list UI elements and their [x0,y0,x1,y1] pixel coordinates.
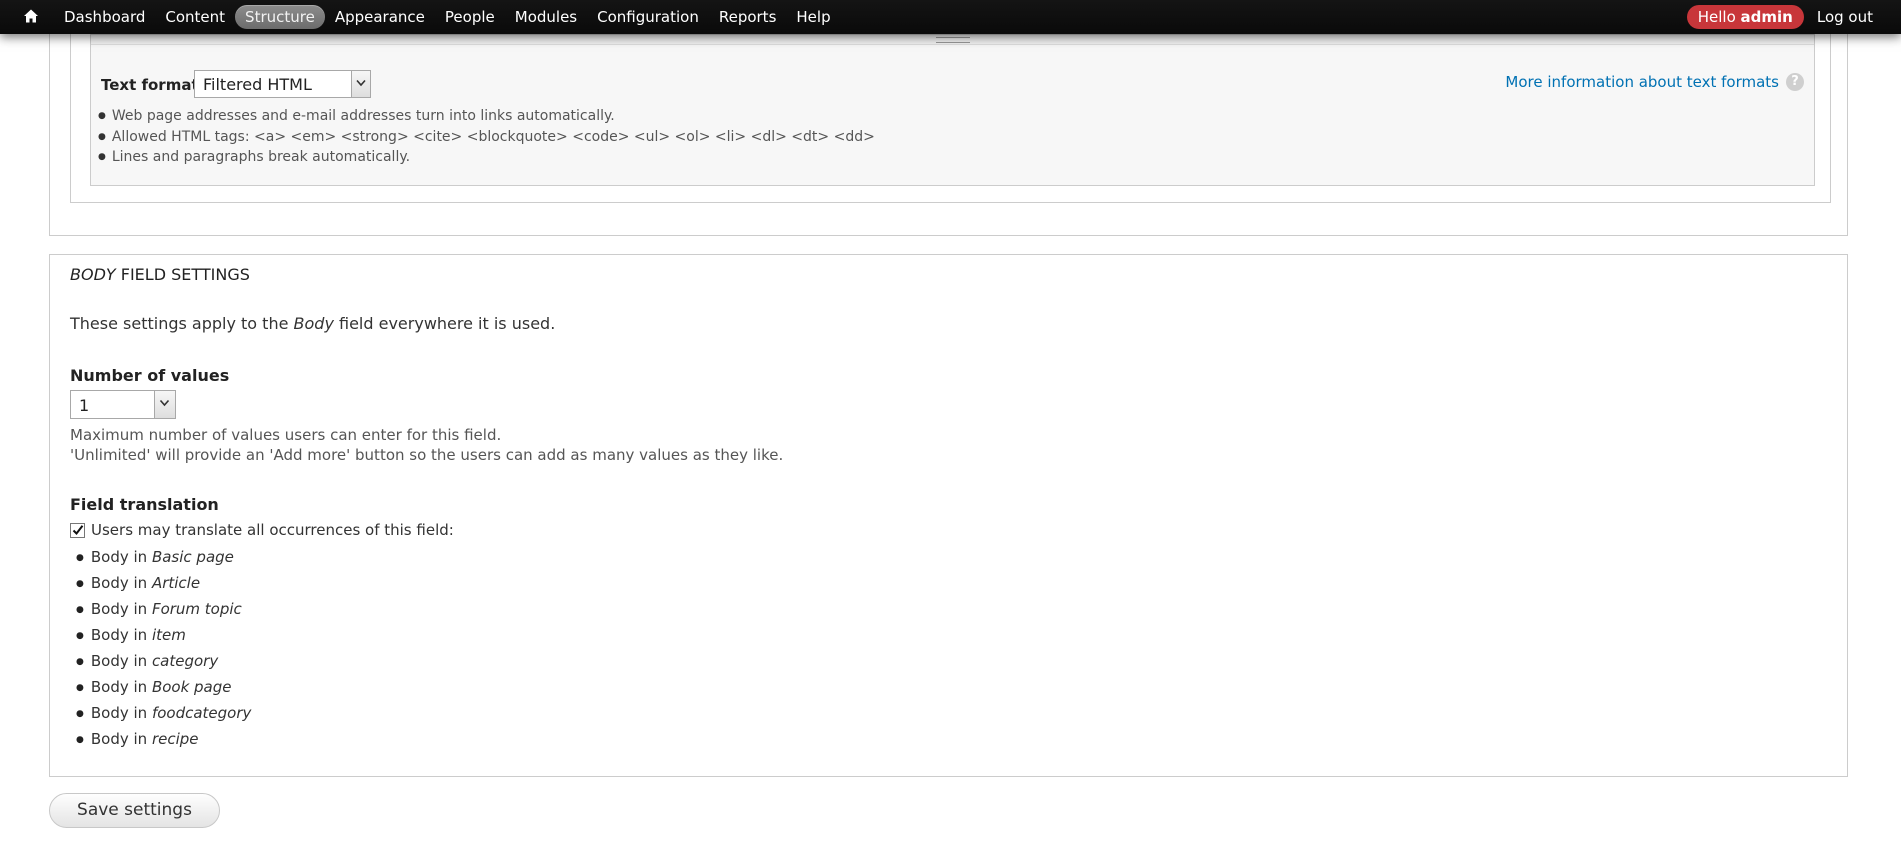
bundle-occurrence-list: Body in Basic page Body in Article Body … [76,545,252,753]
body-field-settings-fieldset: Body field settings These settings apply… [49,254,1848,777]
bundle-name: recipe [151,730,199,748]
bundle-prefix: Body in [90,548,152,566]
bundle-name: Forum topic [151,600,242,618]
bundle-name: foodcategory [151,704,252,722]
number-of-values-select[interactable]: 1 [70,390,176,419]
text-format-selected-value: Filtered HTML [203,75,312,94]
field-translation-label: Field translation [70,495,219,514]
bundle-prefix: Body in [90,600,152,618]
nav-item-modules[interactable]: Modules [505,5,587,29]
bundle-prefix: Body in [90,652,152,670]
filter-tip: Allowed HTML tags: <a> <em> <strong> <ci… [98,127,875,148]
nav-item-people[interactable]: People [435,5,505,29]
filter-tip: Lines and paragraphs break automatically… [98,147,875,168]
bundle-prefix: Body in [90,626,152,644]
hello-prefix: Hello [1697,8,1736,26]
list-item: Body in Basic page [76,545,251,571]
chevron-down-icon[interactable] [154,391,175,418]
description-line: Maximum number of values users can enter… [70,426,502,444]
filter-tip: Web page addresses and e-mail addresses … [98,106,875,127]
check-icon [72,524,84,535]
nav-item-dashboard[interactable]: Dashboard [54,5,155,29]
list-item: Body in foodcategory [76,701,252,727]
nav-item-structure[interactable]: Structure [235,5,325,29]
text-format-wrapper: Text format Filtered HTML More informati… [90,34,1815,186]
description-line: 'Unlimited' will provide an 'Add more' b… [70,446,784,464]
legend-suffix: field settings [115,265,250,284]
bundle-prefix: Body in [90,678,152,696]
desc-after: field everywhere it is used. [333,314,556,333]
username: admin [1740,8,1793,26]
nav-item-appearance[interactable]: Appearance [325,5,435,29]
text-format-label: Text format [101,76,199,94]
list-item: Body in Book page [76,675,251,701]
number-of-values-label: Number of values [70,366,230,385]
textarea-grippie[interactable] [91,35,1814,45]
nav-item-reports[interactable]: Reports [709,5,787,29]
desc-before: These settings apply to the [70,314,294,333]
user-area: Hello admin Log out [1686,0,1873,34]
hello-user-badge[interactable]: Hello admin [1686,5,1804,29]
bundle-prefix: Body in [90,574,152,592]
desc-field-name: Body [293,314,334,333]
list-item: Body in item [76,623,251,649]
list-item: Body in Article [76,571,251,597]
list-item: Body in Forum topic [76,597,251,623]
save-settings-button[interactable]: Save settings [49,793,220,828]
chevron-down-icon[interactable] [351,71,370,97]
bundle-name: Basic page [151,548,234,566]
help-icon[interactable]: ? [1786,73,1804,91]
legend-field-name: Body [70,265,116,284]
number-of-values-selected: 1 [79,396,90,415]
bundle-prefix: Body in [90,704,152,722]
number-of-values-description: Maximum number of values users can enter… [70,425,783,465]
bundle-prefix: Body in [90,730,152,748]
bundle-name: Book page [151,678,232,696]
nav-item-configuration[interactable]: Configuration [587,5,709,29]
resize-handle-icon[interactable] [936,37,970,43]
logout-link[interactable]: Log out [1817,8,1873,26]
more-info-text-formats-link[interactable]: More information about text formats [1505,73,1779,91]
translate-checkbox[interactable] [70,522,85,538]
translate-checkbox-row: Users may translate all occurrences of t… [70,521,454,539]
home-icon[interactable] [23,8,39,24]
nav-item-help[interactable]: Help [786,5,840,29]
list-item: Body in category [76,649,251,675]
translate-checkbox-label[interactable]: Users may translate all occurrences of t… [91,521,454,539]
text-format-select[interactable]: Filtered HTML [194,70,371,98]
bundle-name: category [151,652,219,670]
bundle-name: Article [151,574,201,592]
admin-toolbar: Dashboard Content Structure Appearance P… [0,0,1901,34]
toolbar-nav: Dashboard Content Structure Appearance P… [54,0,841,34]
nav-item-content[interactable]: Content [155,5,235,29]
settings-description: These settings apply to the Body field e… [70,314,555,333]
fieldset-legend: Body field settings [70,265,250,284]
filter-tips-list: Web page addresses and e-mail addresses … [98,106,875,168]
bundle-name: item [151,626,186,644]
list-item: Body in recipe [76,727,251,753]
